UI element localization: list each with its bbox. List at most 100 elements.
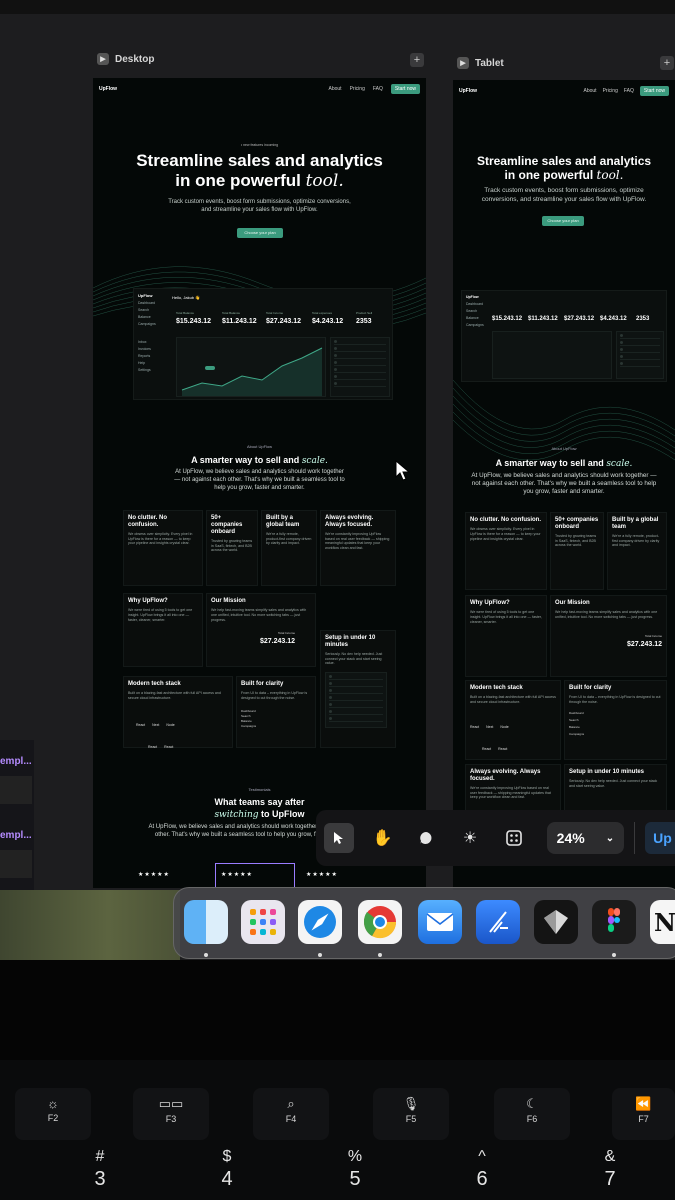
feature-card: Modern tech stack Built on a blazing-fast… (465, 680, 561, 760)
key-5[interactable]: % 5 (335, 1148, 375, 1191)
hero-subtitle: Track custom events, boost form submissi… (168, 199, 351, 214)
nav-link-faq[interactable]: FAQ (624, 88, 634, 94)
key-f2[interactable]: ☼ F2 (15, 1088, 91, 1140)
mic-icon: 🎙 (402, 1096, 420, 1111)
dashboard-chart (176, 337, 326, 397)
key-7[interactable]: & 7 (590, 1148, 630, 1191)
chevron-down-icon: ⌄ (605, 832, 615, 844)
feature-card: Why UpFlow? We were tired of using 5 tool… (465, 595, 547, 677)
hero-cta-button[interactable]: Choose your plan (237, 228, 283, 238)
stat-card: Total expenses $4.243.12 (312, 311, 344, 325)
about-eyebrow: About UpFlow (246, 444, 273, 449)
screen-studio-icon[interactable] (534, 900, 578, 944)
frame-title-label: Tablet (475, 57, 504, 69)
frame-title-label: Desktop (115, 53, 155, 65)
feature-card: Why UpFlow? We were tired of using 5 tool… (123, 593, 203, 667)
nav-cta-button[interactable]: Start now (390, 84, 420, 94)
nav-cta-button[interactable]: Start now (639, 86, 669, 96)
tablet-artboard[interactable]: UpFlow About Pricing FAQ Start now Strea… (453, 80, 675, 890)
key-6[interactable]: ^ 6 (462, 1148, 502, 1191)
toolbar-divider (634, 822, 636, 854)
frame-title-tablet[interactable]: ▶ Tablet (457, 54, 504, 72)
left-panel-card[interactable] (0, 850, 32, 878)
running-indicator (612, 953, 616, 957)
nav-link-about[interactable]: About (583, 88, 596, 94)
zoom-dropdown[interactable]: 24% ⌄ (546, 822, 625, 854)
add-icon[interactable]: + (660, 56, 674, 70)
xcode-icon[interactable] (476, 900, 520, 944)
site-nav: UpFlow About Pricing FAQ Start now (99, 82, 420, 96)
hand-icon[interactable]: ✋ (368, 823, 398, 853)
feature-card: No clutter. No confusion. We obsess over … (123, 510, 203, 586)
nav-link-about[interactable]: About (328, 86, 341, 92)
keyboard: ☼ F2 ▭▭ F3 ⌕ F4 🎙 F5 ☾ F6 ⏪ F7 #3 $4 % 5 ^ 6 & 7 (0, 1060, 675, 1200)
frame-title-desktop[interactable]: ▶ Desktop (97, 50, 154, 68)
nav-link-faq[interactable]: FAQ (373, 86, 383, 92)
key-f5[interactable]: 🎙 F5 (373, 1088, 449, 1140)
components-icon[interactable] (499, 823, 529, 853)
top-bar (0, 0, 675, 14)
brightness-icon: ☼ (47, 1096, 59, 1111)
nav-link-pricing[interactable]: Pricing (350, 86, 365, 92)
launchpad-icon[interactable] (241, 900, 285, 944)
about-text: At UpFlow, we believe sales and analytic… (471, 472, 657, 496)
rating-stars: ★★★★★ (306, 872, 338, 878)
comment-icon[interactable] (411, 823, 441, 853)
sun-icon[interactable]: ☀ (455, 823, 485, 853)
dashboard-sidebar: UpFlow Dashboard Search Balance Campaigns (466, 295, 484, 327)
feature-card: 50+ companies onboard Trusted by growing … (550, 512, 604, 590)
notion-icon[interactable]: N (650, 900, 675, 944)
chrome-icon[interactable] (358, 900, 402, 944)
hero-subtitle: Track custom events, boost form submissi… (481, 187, 647, 203)
about-title: A smarter way to sell and scale. (191, 455, 328, 466)
site-logo[interactable]: UpFlow (459, 88, 477, 94)
key-f4[interactable]: ⌕ F4 (253, 1088, 329, 1140)
laptop-bezel (0, 960, 675, 1060)
dashboard-chart (492, 331, 612, 379)
background-surface (0, 890, 180, 962)
key-3[interactable]: #3 (80, 1148, 120, 1191)
left-panel-card[interactable] (0, 776, 32, 804)
feature-card: Our Mission We help fast-moving teams sim… (550, 595, 667, 677)
zoom-value: 24% (556, 830, 585, 846)
canvas-toolbar: ✋ ☀ 24% ⌄ Up (316, 810, 675, 866)
sidebar-item: Dashboard (138, 301, 156, 305)
rating-stars: ★★★★★ (138, 872, 170, 878)
hero-cta-button[interactable]: Choose your plan (542, 216, 584, 226)
mail-icon[interactable] (418, 900, 462, 944)
feature-card: Built for clarity From UI to data – every… (236, 676, 316, 748)
key-4[interactable]: $4 (207, 1148, 247, 1191)
dashboard-list (330, 337, 390, 397)
upgrade-button[interactable]: Up (645, 822, 675, 854)
running-indicator (318, 953, 322, 957)
sidebar-item: Balance (138, 315, 151, 319)
stat-card: Total Income $27.243.12 (266, 311, 302, 325)
site-logo[interactable]: UpFlow (99, 86, 117, 92)
area-chart-graphic (181, 347, 323, 396)
finder-icon[interactable] (184, 900, 228, 944)
design-canvas[interactable]: empl... empl... ▶ Desktop + ▶ Tablet + U… (0, 0, 675, 965)
stat-card: 2353 (636, 316, 650, 322)
hero-title-line2: in one powerful (175, 171, 301, 191)
play-icon[interactable]: ▶ (97, 53, 109, 65)
desktop-artboard[interactable]: UpFlow About Pricing FAQ Start now • new… (93, 78, 426, 888)
play-icon[interactable]: ▶ (457, 57, 469, 69)
search-icon: ⌕ (287, 1096, 295, 1111)
dashboard-greeting: Hello, Jakub 👋 (172, 295, 201, 300)
key-f6[interactable]: ☾ F6 (494, 1088, 570, 1140)
key-f7[interactable]: ⏪ F7 (612, 1088, 675, 1140)
site-nav: UpFlow About Pricing FAQ Start now (459, 84, 669, 98)
hero-title: Streamline sales and analytics in one po… (476, 154, 652, 183)
stat-card: $11.243.12 (528, 316, 558, 322)
feature-card: Built by a global team We're a fully remo… (607, 512, 667, 590)
sidebar-item: Reports (138, 354, 151, 358)
sidebar-item: Help (138, 361, 146, 365)
safari-icon[interactable] (298, 900, 342, 944)
key-f3[interactable]: ▭▭ F3 (133, 1088, 209, 1140)
add-icon[interactable]: + (410, 53, 424, 67)
left-panel-label: empl... (0, 756, 32, 767)
cursor-icon[interactable] (324, 823, 354, 853)
dock: N (173, 887, 675, 959)
figma-icon[interactable] (592, 900, 636, 944)
nav-link-pricing[interactable]: Pricing (603, 88, 618, 94)
